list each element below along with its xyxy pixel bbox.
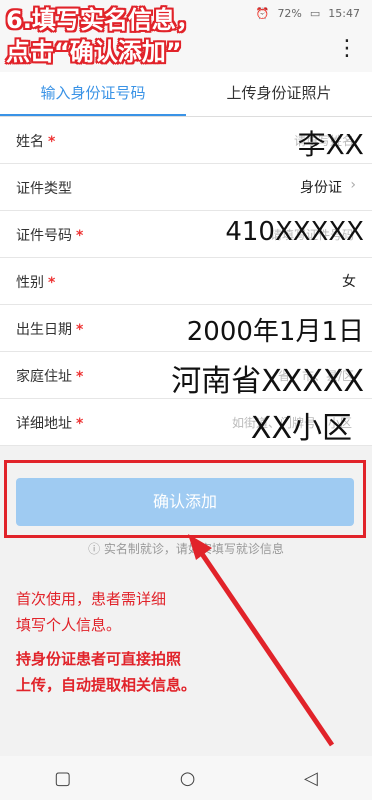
system-nav-bar: ▢ ○ ◁ [0,756,372,800]
annotation-line-1: 6.填写实名信息， [6,6,200,34]
annotation-line-2: 点击“确认添加” [6,38,182,66]
recent-apps-icon[interactable]: ▢ [54,768,71,789]
back-icon[interactable]: ◁ [304,768,318,789]
home-icon[interactable]: ○ [180,768,196,789]
arrow-shaft [195,546,335,747]
annotation-arrow [188,534,335,747]
arrow-head [188,534,212,560]
step-annotation: 6.填写实名信息， 点击“确认添加” [6,4,200,68]
